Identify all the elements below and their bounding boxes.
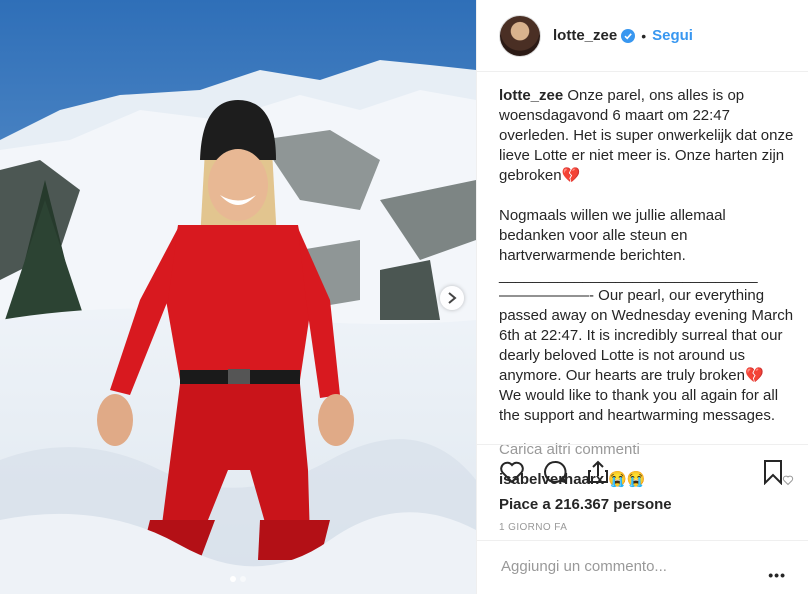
share-icon[interactable] bbox=[585, 459, 611, 485]
follow-button[interactable]: Segui bbox=[652, 27, 693, 44]
actions-bar bbox=[477, 444, 808, 485]
carousel-next-button[interactable] bbox=[440, 286, 464, 310]
avatar[interactable] bbox=[499, 14, 541, 57]
carousel-indicator bbox=[0, 576, 476, 582]
caption-text: Onze parel, ons alles is op woensdagavon… bbox=[499, 87, 794, 424]
verified-badge-icon bbox=[621, 28, 636, 43]
post-timestamp: 1 GIORNO FA bbox=[499, 522, 568, 533]
carousel-dot-active bbox=[230, 576, 236, 582]
like-heart-icon[interactable] bbox=[499, 459, 525, 485]
post-sidebar: lotte_zee • Segui lotte_zee Onze parel, … bbox=[476, 0, 808, 594]
likes-count[interactable]: Piace a 216.367 persone bbox=[499, 496, 672, 513]
bookmark-icon[interactable] bbox=[760, 459, 786, 485]
comments-section: lotte_zee Onze parel, ons alles is op wo… bbox=[499, 86, 794, 490]
post: lotte_zee • Segui lotte_zee Onze parel, … bbox=[0, 0, 808, 594]
header-username[interactable]: lotte_zee bbox=[553, 27, 617, 44]
caption: lotte_zee Onze parel, ons alles is op wo… bbox=[499, 86, 794, 426]
header-separator: • bbox=[641, 27, 647, 44]
carousel-dot bbox=[240, 576, 246, 582]
load-more-comments-button[interactable]: Carica altri commenti bbox=[499, 440, 794, 460]
chevron-right-icon bbox=[448, 292, 457, 304]
add-comment-bar: ••• bbox=[477, 540, 808, 595]
post-header: lotte_zee • Segui bbox=[477, 0, 808, 72]
add-comment-input[interactable] bbox=[499, 557, 753, 576]
more-options-button[interactable]: ••• bbox=[768, 567, 786, 583]
comment-bubble-icon[interactable] bbox=[542, 459, 568, 485]
action-icons bbox=[499, 459, 786, 487]
caption-username[interactable]: lotte_zee bbox=[499, 87, 563, 104]
photo-snow-scene bbox=[0, 0, 476, 594]
post-photo[interactable] bbox=[0, 0, 476, 594]
